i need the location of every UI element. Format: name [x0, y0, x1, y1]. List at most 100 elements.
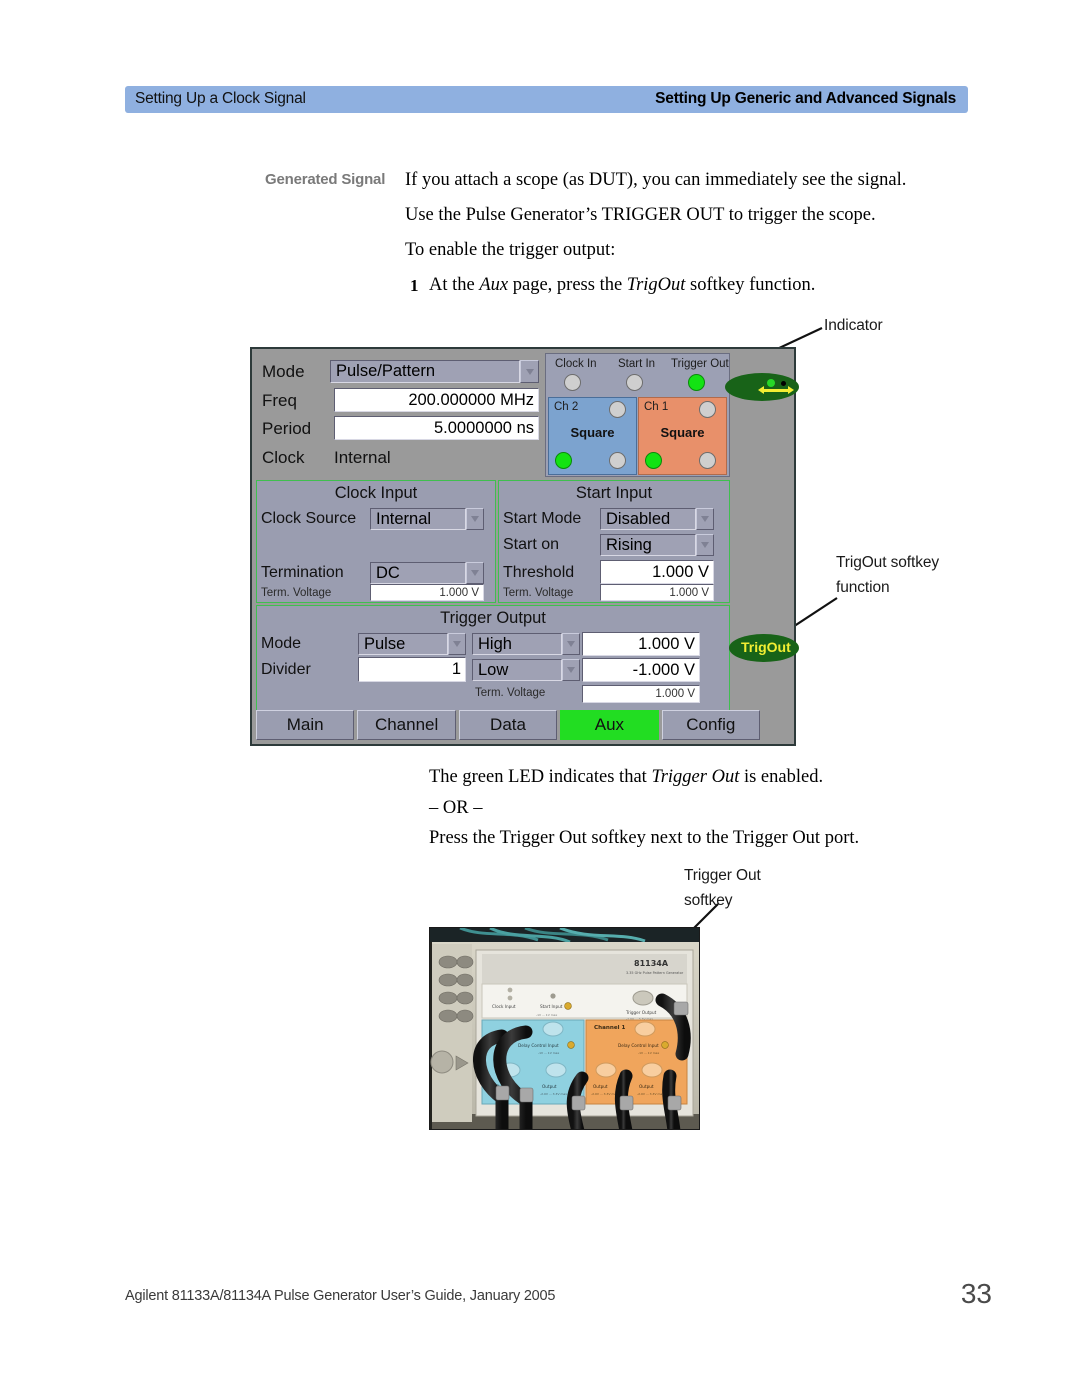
svg-text:Trigger Output: Trigger Output [625, 1010, 657, 1015]
port-label-clock-in: Clock In [555, 358, 597, 370]
paragraph-green-led-italic: Trigger Out [651, 767, 740, 787]
start-term-voltage-input[interactable]: 1.000 V [600, 584, 714, 601]
tab-bar-spacer [763, 710, 788, 740]
freq-input[interactable]: 200.000000 MHz [334, 388, 539, 412]
start-on-chevron-down-icon[interactable] [696, 534, 714, 556]
channel-2-led-out1[interactable] [555, 452, 572, 469]
channel-2-box: Ch 2 Square [548, 397, 637, 475]
tab-aux[interactable]: Aux [560, 710, 659, 740]
step-1-post: softkey function. [685, 275, 816, 295]
trigout-high-value-input[interactable]: 1.000 V [582, 632, 700, 656]
label-start-on: Start on [503, 536, 560, 553]
paragraph-2: Use the Pulse Generator’s TRIGGER OUT to… [405, 205, 876, 225]
connector-panel: Clock In Start In Trigger Out Ch 2 Squar… [545, 353, 730, 477]
label-threshold: Threshold [503, 564, 575, 581]
callout-trigger-out-softkey-line1: Trigger Out [684, 867, 761, 884]
trigout-term-voltage-input[interactable]: 1.000 V [582, 685, 700, 703]
svg-text:Output: Output [639, 1084, 654, 1089]
instrument-screen: Mode Pulse/Pattern Freq 200.000000 MHz P… [250, 347, 799, 746]
trigout-softkey-label: TrigOut [741, 639, 791, 655]
channel-2-led-out2[interactable] [609, 452, 626, 469]
photo-model-label: 81134A [634, 959, 669, 968]
step-1-italic-trigout: TrigOut [626, 275, 686, 295]
port-led-start-in[interactable] [626, 374, 643, 391]
clock-source-chevron-down-icon[interactable] [466, 508, 484, 530]
trigout-high-combo-value[interactable]: High [472, 633, 562, 655]
clock-source-combo-value[interactable]: Internal [370, 508, 466, 530]
svg-text:-2.0V ... 3.3V max: -2.0V ... 3.3V max [637, 1092, 664, 1096]
tab-main[interactable]: Main [256, 710, 355, 740]
port-label-trigger-out: Trigger Out [671, 358, 729, 370]
tab-data[interactable]: Data [458, 710, 558, 740]
channel-1-led-out1[interactable] [645, 452, 662, 469]
label-clock: Clock [262, 448, 305, 467]
label-period: Period [262, 419, 312, 438]
divider-input[interactable]: 1 [358, 657, 466, 682]
tab-config[interactable]: Config [661, 710, 761, 740]
channel-2-port-top[interactable] [609, 401, 626, 418]
channel-1-box: Ch 1 Square [638, 397, 727, 475]
running-header: Setting Up a Clock Signal Setting Up Gen… [125, 86, 968, 113]
port-label-start-in: Start In [618, 358, 656, 370]
label-clock-term-voltage: Term. Voltage [261, 587, 332, 599]
trigger-output-group: Trigger Output Mode Pulse Divider 1 High… [256, 605, 730, 712]
svg-text:-1V ... 1V max: -1V ... 1V max [638, 1051, 659, 1055]
port-led-trigger-out[interactable] [688, 374, 705, 391]
paragraph-1: If you attach a scope (as DUT), you can … [405, 170, 907, 190]
start-input-group: Start Input Start Mode Disabled Start on… [498, 480, 730, 603]
mode-chevron-down-icon[interactable] [520, 360, 539, 383]
paragraph-green-led-post: is enabled. [739, 767, 824, 787]
tab-bar: Main Channel Data Aux Config [256, 710, 790, 740]
paragraph-or: – OR – [429, 798, 483, 818]
threshold-input[interactable]: 1.000 V [600, 560, 714, 584]
clock-input-title: Clock Input [334, 484, 418, 502]
step-1-number: 1 [410, 276, 419, 295]
mode-combo-value[interactable]: Pulse/Pattern [330, 360, 520, 383]
page-number: 33 [960, 1278, 992, 1309]
channel-1-led-out2[interactable] [699, 452, 716, 469]
softkey-strip: TrigOut [725, 353, 799, 716]
trigout-mode-combo-value[interactable]: Pulse [358, 633, 448, 655]
step-1-italic-aux: Aux [479, 275, 509, 295]
channel-1-waveform: Square [660, 425, 705, 440]
header-right-title: Setting Up Generic and Advanced Signals [655, 90, 956, 107]
termination-chevron-down-icon[interactable] [466, 562, 484, 584]
label-trigout-mode: Mode [261, 635, 302, 652]
trigout-low-chevron-down-icon[interactable] [562, 659, 580, 681]
label-mode: Mode [262, 362, 305, 381]
trigout-mode-chevron-down-icon[interactable] [448, 633, 466, 655]
clock-term-voltage-input[interactable]: 1.000 V [370, 584, 484, 601]
start-mode-combo-value[interactable]: Disabled [600, 508, 696, 530]
header-left-title: Setting Up a Clock Signal [135, 90, 306, 107]
channel-1-port-top[interactable] [699, 401, 716, 418]
callout-trigout-softkey-line1: TrigOut softkey [836, 554, 940, 571]
tab-channel[interactable]: Channel [357, 710, 456, 740]
termination-combo-value[interactable]: DC [370, 562, 466, 584]
callout-trigout-softkey-line2: function [836, 579, 890, 596]
margin-label-generated-signal: Generated Signal [265, 171, 386, 188]
indicator-led-softkey[interactable] [725, 373, 799, 401]
label-trigout-term-voltage: Term. Voltage [475, 687, 546, 699]
start-on-combo-value[interactable]: Rising [600, 534, 696, 556]
label-termination: Termination [261, 564, 344, 581]
port-led-clock-in[interactable] [564, 374, 581, 391]
start-mode-chevron-down-icon[interactable] [696, 508, 714, 530]
paragraph-press-softkey: Press the Trigger Out softkey next to th… [429, 828, 860, 848]
step-1-pre: At the [429, 275, 480, 295]
label-start-mode: Start Mode [503, 510, 582, 527]
trigout-low-value-input[interactable]: -1.000 V [582, 658, 700, 682]
trigout-high-chevron-down-icon[interactable] [562, 633, 580, 655]
svg-text:-2.0V ... 3.3V max: -2.0V ... 3.3V max [591, 1092, 618, 1096]
label-freq: Freq [262, 391, 297, 410]
photo-content: 81134A 3.35 GHz Pulse Pattern Generator … [430, 928, 699, 1129]
svg-text:Output: Output [542, 1084, 557, 1089]
channel-2-waveform: Square [570, 425, 615, 440]
indicator-black-dot-icon [781, 381, 786, 386]
clock-value: Internal [334, 448, 391, 467]
svg-text:Delay Control Input: Delay Control Input [618, 1043, 659, 1048]
paragraph-3: To enable the trigger output: [405, 240, 616, 260]
trigout-low-combo-value[interactable]: Low [472, 659, 562, 681]
photo-channel-1-label: Channel 1 [594, 1025, 625, 1031]
period-input[interactable]: 5.0000000 ns [334, 416, 539, 440]
trigout-softkey-button[interactable]: TrigOut [729, 634, 799, 662]
